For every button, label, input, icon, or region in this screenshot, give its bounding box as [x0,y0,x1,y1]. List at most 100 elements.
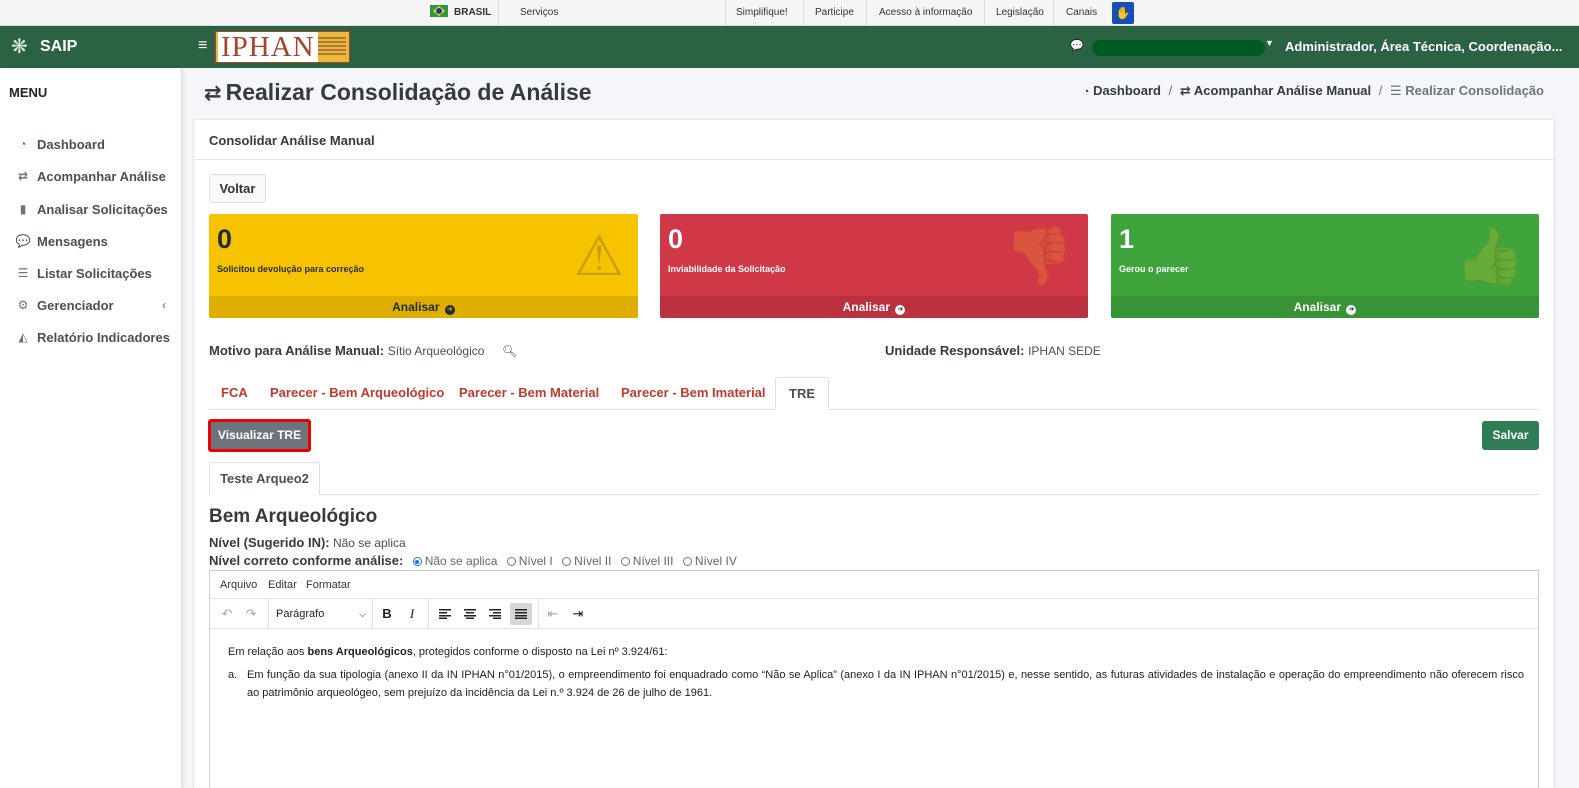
tab-parecer-material[interactable]: Parecer - Bem Material [459,377,599,410]
radio-nivel-iii[interactable] [620,557,630,566]
comments-icon: 💬 [15,234,31,248]
tab-parecer-imaterial[interactable]: Parecer - Bem Imaterial [621,377,766,410]
chevron-left-icon: ‹ [162,298,166,312]
sidebar-item-gerenciador[interactable]: ⚙ Gerenciador ‹ [0,292,182,320]
radio-nao-se-aplica[interactable] [412,557,422,566]
brand[interactable]: ❋ SAIP [0,26,182,68]
parecer-label: Gerou o parecer [1119,264,1189,274]
parecer-analisar-link[interactable]: Analisar ➜ [1111,296,1539,318]
block-format-select[interactable]: Parágrafo ⌵ [276,603,368,625]
motivo-field: Motivo para Análise Manual: Sítio Arqueo… [209,343,517,358]
sidebar-item-listar-solicitacoes[interactable]: ☰ Listar Solicitações [0,260,182,288]
align-justify-icon[interactable] [510,603,532,625]
menu-formatar[interactable]: Formatar [306,579,351,591]
sidebar-item-dashboard[interactable]: ◔ Dashboard [0,131,182,159]
nivel-sugerido: Nível (Sugerido IN): Não se aplica [209,535,406,550]
search-icon[interactable]: 🔍︎ [502,344,517,358]
servicos-link[interactable]: Serviços [520,0,558,26]
user-select-field[interactable] [1092,40,1265,56]
list-marker: a. [228,669,238,681]
iphan-logo-subtext [318,37,346,57]
nivel-label: Nível (Sugerido IN): [209,535,330,550]
indent-icon[interactable]: ⇥ [569,603,587,625]
tab-teste-arqueo2[interactable]: Teste Arqueo2 [209,462,320,495]
card-title: Consolidar Análise Manual [209,133,375,148]
legislacao-link[interactable]: Legislação [996,0,1044,26]
canais-link[interactable]: Canais [1066,0,1097,26]
bold-icon[interactable]: B [378,603,396,625]
accessibility-hands-icon[interactable]: ✋ [1112,2,1134,24]
breadcrumb-dashboard[interactable]: Dashboard [1093,83,1161,98]
cogs-icon: ⚙ [17,298,29,312]
devolucao-label: Solicitou devolução para correção [217,264,365,274]
book-icon: ▮ [19,202,27,216]
analisar-label: Analisar [392,300,440,314]
sidebar-item-mensagens[interactable]: 💬 Mensagens [0,228,182,256]
align-center-icon[interactable] [461,603,479,625]
saip-logo-icon: ❋ [11,36,28,58]
top-navbar: ≡ IPHAN 💬 ▼ Administrador, Área Técnica,… [182,26,1579,68]
tab-parecer-arqueologico[interactable]: Parecer - Bem Arqueológico [270,377,444,410]
visualizar-tre-button[interactable]: Visualizar TRE [208,419,311,452]
radio-nivel-iv[interactable] [682,557,692,566]
sidebar-item-relatorio-indicadores[interactable]: ◭ Relatório Indicadores [0,324,182,352]
menu-arquivo[interactable]: Arquivo [220,579,257,591]
sidebar-item-analisar-solicitacoes[interactable]: ▮ Analisar Solicitações [0,196,182,224]
chat-icon[interactable]: 💬 [1070,39,1084,52]
inviabilidade-analisar-link[interactable]: Analisar ➜ [660,296,1088,318]
nivel-value: Não se aplica [332,536,406,550]
brasil-link[interactable]: BRASIL [430,0,491,26]
align-right-icon[interactable] [486,603,504,625]
section-title: Bem Arqueológico [209,506,378,527]
simplifique-link[interactable]: Simplifique! [736,0,788,26]
gov-bar: BRASIL Serviços Simplifique! Participe A… [0,0,1579,26]
italic-icon[interactable]: I [403,603,421,625]
breadcrumb-current: Realizar Consolidação [1405,83,1544,98]
user-menu[interactable]: Administrador, Área Técnica, Coordenação… [1285,39,1562,54]
redo-icon[interactable]: ↷ [242,603,260,625]
radio-nivel-i[interactable] [506,557,516,566]
voltar-button[interactable]: Voltar [209,174,266,203]
brasil-label: BRASIL [454,7,492,18]
card-header: Consolidar Análise Manual [194,120,1554,160]
devolucao-analisar-link[interactable]: Analisar ➜ [209,296,638,318]
page-title-text: Realizar Consolidação de Análise [225,79,592,105]
menu-editar[interactable]: Editar [268,579,297,591]
tachometer-icon: ◔ [1082,86,1090,98]
exchange-icon: ⇄ [1179,83,1191,98]
sidebar-item-label: Dashboard [37,137,105,152]
paragraph-text: , protegidos conforme o disposto na Lei … [412,646,668,658]
block-format-value: Parágrafo [276,608,325,620]
sidebar-item-acompanhar-analise[interactable]: ⇄ Acompanhar Análise [0,163,182,191]
analysis-tabs: FCA Parecer - Bem Arqueológico Parecer -… [209,377,1539,410]
list-icon: ☰ [1390,83,1402,98]
motivo-value: Sítio Arqueológico [387,344,485,358]
sidebar-item-label: Listar Solicitações [37,266,152,281]
breadcrumb-acompanhar[interactable]: Acompanhar Análise Manual [1194,83,1371,98]
iphan-logo-text: IPHAN [218,32,318,63]
exchange-icon: ⇄ [204,82,222,105]
chevron-down-icon: ⌵ [359,609,366,619]
thumbs-up-icon: 👍 [1455,224,1525,287]
align-left-icon[interactable] [436,603,454,625]
radio-label: Não se aplica [424,554,498,568]
tab-fca[interactable]: FCA [221,377,248,410]
salvar-button[interactable]: Salvar [1482,421,1539,450]
undo-icon[interactable]: ↶ [218,603,236,625]
list-item-text: Em função da sua tipologia (anexo II da … [247,669,1524,699]
analisar-label: Analisar [1293,300,1341,314]
editor-paragraph: Em relação aos bens Arqueológicos, prote… [228,643,1524,661]
editor-content[interactable]: Em relação aos bens Arqueológicos, prote… [228,643,1524,702]
outdent-icon[interactable]: ⇤ [544,603,562,625]
acesso-informacao-link[interactable]: Acesso à informação [879,0,972,26]
inviabilidade-label: Inviabilidade da Solicitação [668,264,786,274]
participe-link[interactable]: Participe [815,0,854,26]
menu-toggle-icon[interactable]: ≡ [198,37,207,55]
iphan-logo: IPHAN [215,31,350,63]
radio-label: Nível III [632,554,674,568]
caret-down-icon[interactable]: ▼ [1265,38,1274,48]
list-icon: ☰ [17,266,29,280]
radio-nivel-ii[interactable] [562,557,572,566]
sidebar-item-label: Analisar Solicitações [37,202,168,217]
tab-tre[interactable]: TRE [775,377,829,410]
